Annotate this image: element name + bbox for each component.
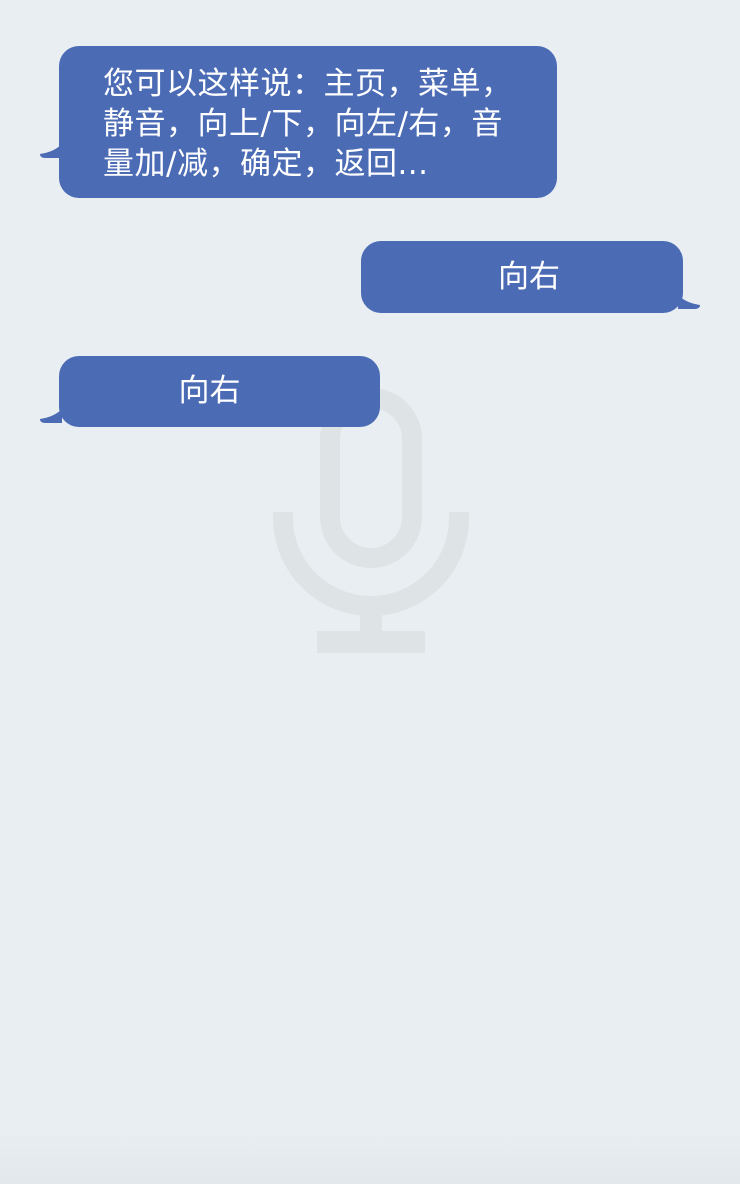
microphone-icon: [273, 388, 469, 653]
assistant-hint-bubble: 您可以这样说：主页，菜单，静音，向上/下，向左/右，音量加/减，确定，返回...: [40, 46, 557, 198]
user-message-bubble: 向右: [361, 241, 700, 313]
assistant-reply-bubble: 向右: [40, 356, 380, 427]
bottom-shade: [0, 1124, 740, 1184]
bubble-tail: [40, 144, 62, 158]
bubble-tail: [40, 409, 62, 423]
bubble-tail: [678, 295, 700, 309]
voice-assistant-screen: { "conversation": { "hint": "您可以这样说：主页，菜…: [0, 0, 740, 1184]
assistant-reply-text: 向右: [178, 373, 241, 409]
hint-text: 您可以这样说：主页，菜单，静音，向上/下，向左/右，音量加/减，确定，返回...: [103, 66, 513, 182]
user-message-text: 向右: [498, 259, 560, 295]
